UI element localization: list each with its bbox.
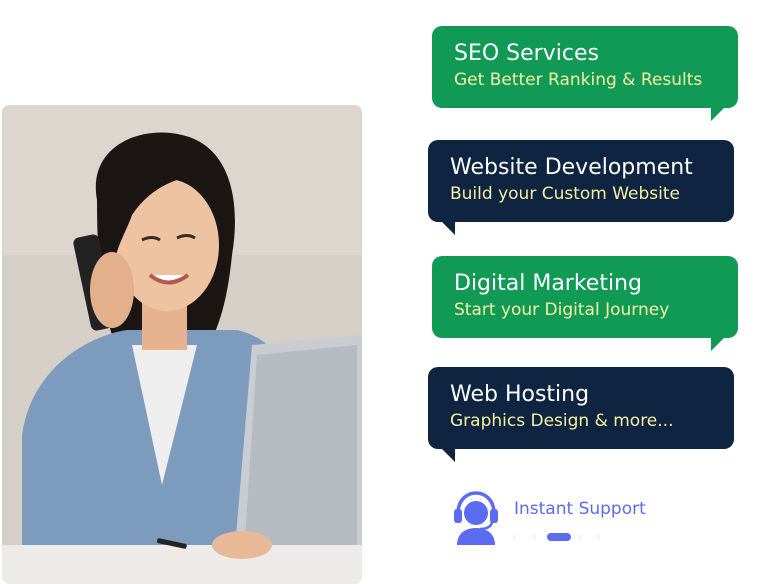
chevron-right-icon[interactable]: › (596, 530, 601, 544)
website-development-card[interactable]: Website Development Build your Custom We… (428, 140, 734, 235)
chevron-right-icon[interactable]: › (532, 530, 537, 544)
card-subtitle: Graphics Design & more... (450, 411, 674, 431)
instant-support-label[interactable]: Instant Support (514, 499, 646, 519)
digital-marketing-card[interactable]: Digital Marketing Start your Digital Jou… (432, 256, 738, 351)
card-subtitle: Build your Custom Website (450, 184, 681, 204)
chevron-left-icon[interactable]: ‹ (512, 530, 517, 544)
speech-tail (711, 338, 724, 351)
hero-photo (2, 105, 362, 584)
active-slide-indicator[interactable] (547, 533, 571, 541)
card-title: Website Development (450, 155, 693, 180)
card-title: SEO Services (454, 41, 599, 66)
woman-on-phone-photo (2, 105, 362, 584)
card-subtitle: Start your Digital Journey (454, 300, 670, 320)
speech-tail (442, 222, 455, 235)
headset-agent-icon (454, 491, 498, 545)
speech-tail (711, 108, 724, 121)
speech-tail (442, 449, 455, 462)
card-title: Digital Marketing (454, 271, 642, 296)
chevron-left-icon[interactable]: ‹ (578, 530, 583, 544)
carousel-pagination: ‹ › ‹ › (512, 530, 612, 544)
seo-services-card[interactable]: SEO Services Get Better Ranking & Result… (432, 26, 738, 121)
web-hosting-card[interactable]: Web Hosting Graphics Design & more... (428, 367, 734, 462)
card-subtitle: Get Better Ranking & Results (454, 70, 703, 90)
card-title: Web Hosting (450, 382, 590, 407)
